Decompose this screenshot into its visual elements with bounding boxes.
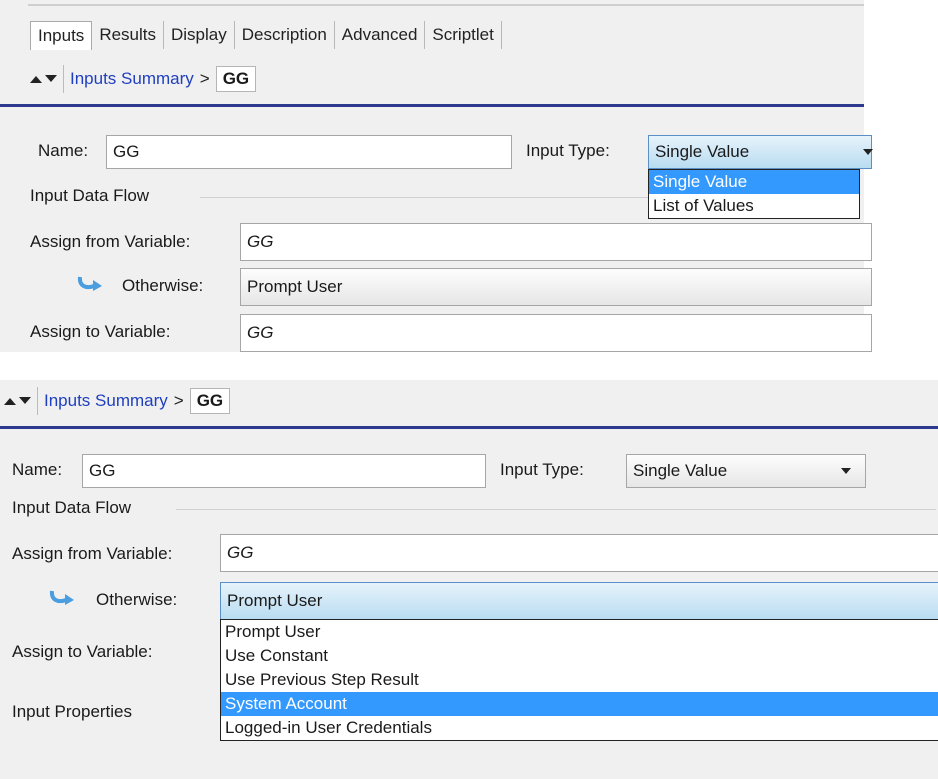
assign-to-field[interactable]: GG — [240, 314, 872, 352]
group-line — [176, 509, 936, 510]
tab-inputs[interactable]: Inputs — [30, 20, 93, 50]
assign-from-value: GG — [227, 543, 254, 562]
name-value: GG — [89, 461, 116, 480]
otherwise-label: Otherwise: — [96, 590, 178, 609]
chevron-down-icon — [841, 468, 851, 474]
otherwise-label: Otherwise: — [122, 276, 204, 295]
otherwise-value: Prompt User — [227, 591, 323, 610]
option-list-of-values[interactable]: List of Values — [649, 194, 859, 218]
tab-bar: Inputs Results Display Description Advan… — [30, 18, 502, 52]
input-type-value: Single Value — [633, 461, 728, 480]
breadcrumb-separator: > — [199, 69, 210, 88]
input-type-dropdown: Single Value List of Values — [648, 169, 860, 219]
input-properties-label: Input Properties — [12, 702, 133, 721]
assign-from-field[interactable]: GG — [240, 223, 872, 261]
input-type-value: Single Value — [655, 142, 750, 161]
redirect-arrow-icon — [76, 274, 104, 297]
breadcrumb-link[interactable]: Inputs Summary — [44, 391, 168, 411]
arrow-down-icon[interactable] — [45, 74, 57, 84]
input-type-select[interactable]: Single Value — [648, 135, 873, 169]
option-single-value[interactable]: Single Value — [649, 170, 859, 194]
option-prompt-user[interactable]: Prompt User — [221, 620, 938, 644]
input-type-select[interactable]: Single Value — [626, 454, 866, 488]
otherwise-select[interactable]: Prompt User — [220, 582, 938, 620]
top-border — [28, 4, 864, 6]
input-type-label: Input Type: — [526, 141, 610, 160]
group-title: Input Data Flow — [30, 186, 150, 205]
assign-to-value: GG — [247, 323, 274, 342]
breadcrumb-link[interactable]: Inputs Summary — [70, 69, 194, 89]
assign-to-label: Assign to Variable: — [30, 322, 171, 341]
redirect-arrow-icon — [48, 588, 76, 611]
input-type-label: Input Type: — [500, 460, 584, 479]
assign-from-label: Assign from Variable: — [12, 544, 173, 563]
name-field[interactable]: GG — [106, 135, 512, 169]
breadcrumb: Inputs Summary > GG — [4, 384, 231, 418]
nav-arrows — [30, 74, 57, 84]
header-divider — [0, 104, 864, 107]
header-divider — [0, 426, 938, 429]
option-use-previous-step-result[interactable]: Use Previous Step Result — [221, 668, 938, 692]
tab-scriptlet[interactable]: Scriptlet — [425, 21, 502, 49]
otherwise-value: Prompt User — [247, 277, 343, 296]
otherwise-dropdown: Prompt User Use Constant Use Previous St… — [220, 619, 938, 741]
otherwise-select[interactable]: Prompt User — [240, 268, 872, 306]
nav-arrows — [4, 396, 31, 406]
tab-advanced[interactable]: Advanced — [335, 21, 426, 49]
name-value: GG — [113, 142, 140, 161]
tab-display[interactable]: Display — [164, 21, 235, 49]
option-system-account[interactable]: System Account — [221, 692, 938, 716]
name-label: Name: — [38, 141, 89, 160]
assign-to-label: Assign to Variable: — [12, 642, 153, 661]
tab-results[interactable]: Results — [92, 21, 164, 49]
arrow-up-icon[interactable] — [30, 74, 42, 84]
assign-from-label: Assign from Variable: — [30, 232, 191, 251]
breadcrumb-current: GG — [189, 388, 231, 414]
name-label: Name: — [12, 460, 63, 479]
name-field[interactable]: GG — [82, 454, 486, 488]
breadcrumb-separator: > — [173, 391, 184, 410]
top-panel: Inputs Results Display Description Advan… — [0, 0, 873, 352]
group-title: Input Data Flow — [12, 498, 132, 517]
breadcrumb: Inputs Summary > GG — [30, 62, 257, 96]
bottom-panel: Inputs Summary > GG Name: GG Input Type:… — [0, 380, 938, 779]
arrow-up-icon[interactable] — [4, 396, 16, 406]
assign-from-field[interactable]: GG — [220, 534, 938, 572]
assign-from-value: GG — [247, 232, 274, 251]
breadcrumb-current: GG — [215, 66, 257, 92]
chevron-down-icon — [863, 149, 873, 155]
tab-description[interactable]: Description — [235, 21, 335, 49]
option-use-constant[interactable]: Use Constant — [221, 644, 938, 668]
group-line — [200, 197, 648, 198]
arrow-down-icon[interactable] — [19, 396, 31, 406]
option-logged-in-user-credentials[interactable]: Logged-in User Credentials — [221, 716, 938, 740]
